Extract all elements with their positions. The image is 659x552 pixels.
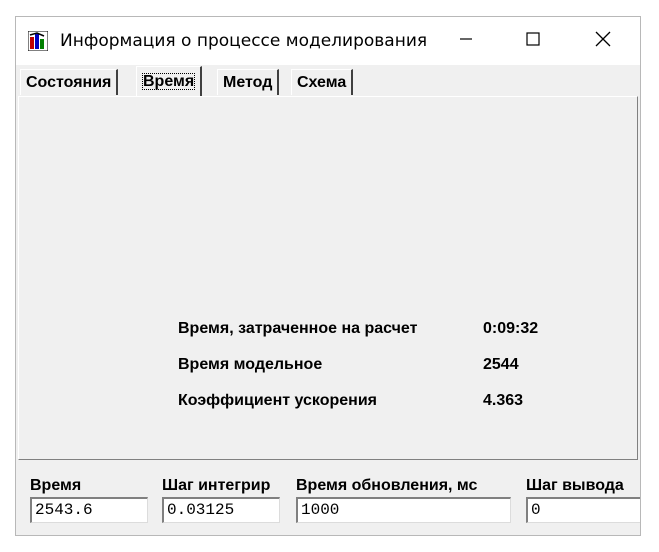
speedup-value: 4.363 [483,392,524,409]
tab-label: Схема [297,74,347,91]
tab-label: Состояния [26,74,112,91]
status-fields: Время 2543.6 Шаг интегрир 0.03125 Время … [16,463,640,535]
tab-time[interactable]: Время [136,66,203,97]
title-bar[interactable]: Информация о процессе моделирования [16,17,640,65]
close-button[interactable] [573,17,633,65]
integration-step-label: Шаг интегрир [162,477,271,494]
maximize-button[interactable] [503,17,563,65]
calc-time-value: 0:09:32 [483,320,539,337]
refresh-time-field[interactable]: 1000 [296,497,511,523]
time-field-label: Время [30,477,82,494]
model-time-value: 2544 [483,356,519,373]
tab-scheme[interactable]: Схема [291,69,354,95]
output-step-label: Шаг вывода [526,477,624,494]
refresh-time-label: Время обновления, мс [296,477,478,494]
minimize-icon [459,32,473,51]
tab-states[interactable]: Состояния [20,69,119,95]
tab-label: Метод [223,74,273,91]
tab-method[interactable]: Метод [217,69,280,95]
app-model-icon [27,30,49,52]
window-title: Информация о процессе моделирования [60,31,428,51]
calc-time-label: Время, затраченное на расчет [178,320,418,337]
speedup-label: Коэффициент ускорения [178,392,377,409]
model-time-label: Время модельное [178,356,323,373]
close-icon [595,31,611,52]
time-field[interactable]: 2543.6 [30,497,148,523]
maximize-icon [526,31,540,51]
time-tab-panel: Время, затраченное на расчет 0:09:32 Вре… [18,96,638,460]
tab-label: Время [142,73,196,90]
integration-step-field[interactable]: 0.03125 [162,497,280,523]
tab-strip: Состояния Время Метод Схема [18,66,638,97]
minimize-button[interactable] [436,17,496,65]
simulation-info-window: Информация о процессе моделирования Сост… [15,16,641,536]
output-step-field[interactable]: 0 [526,497,640,523]
